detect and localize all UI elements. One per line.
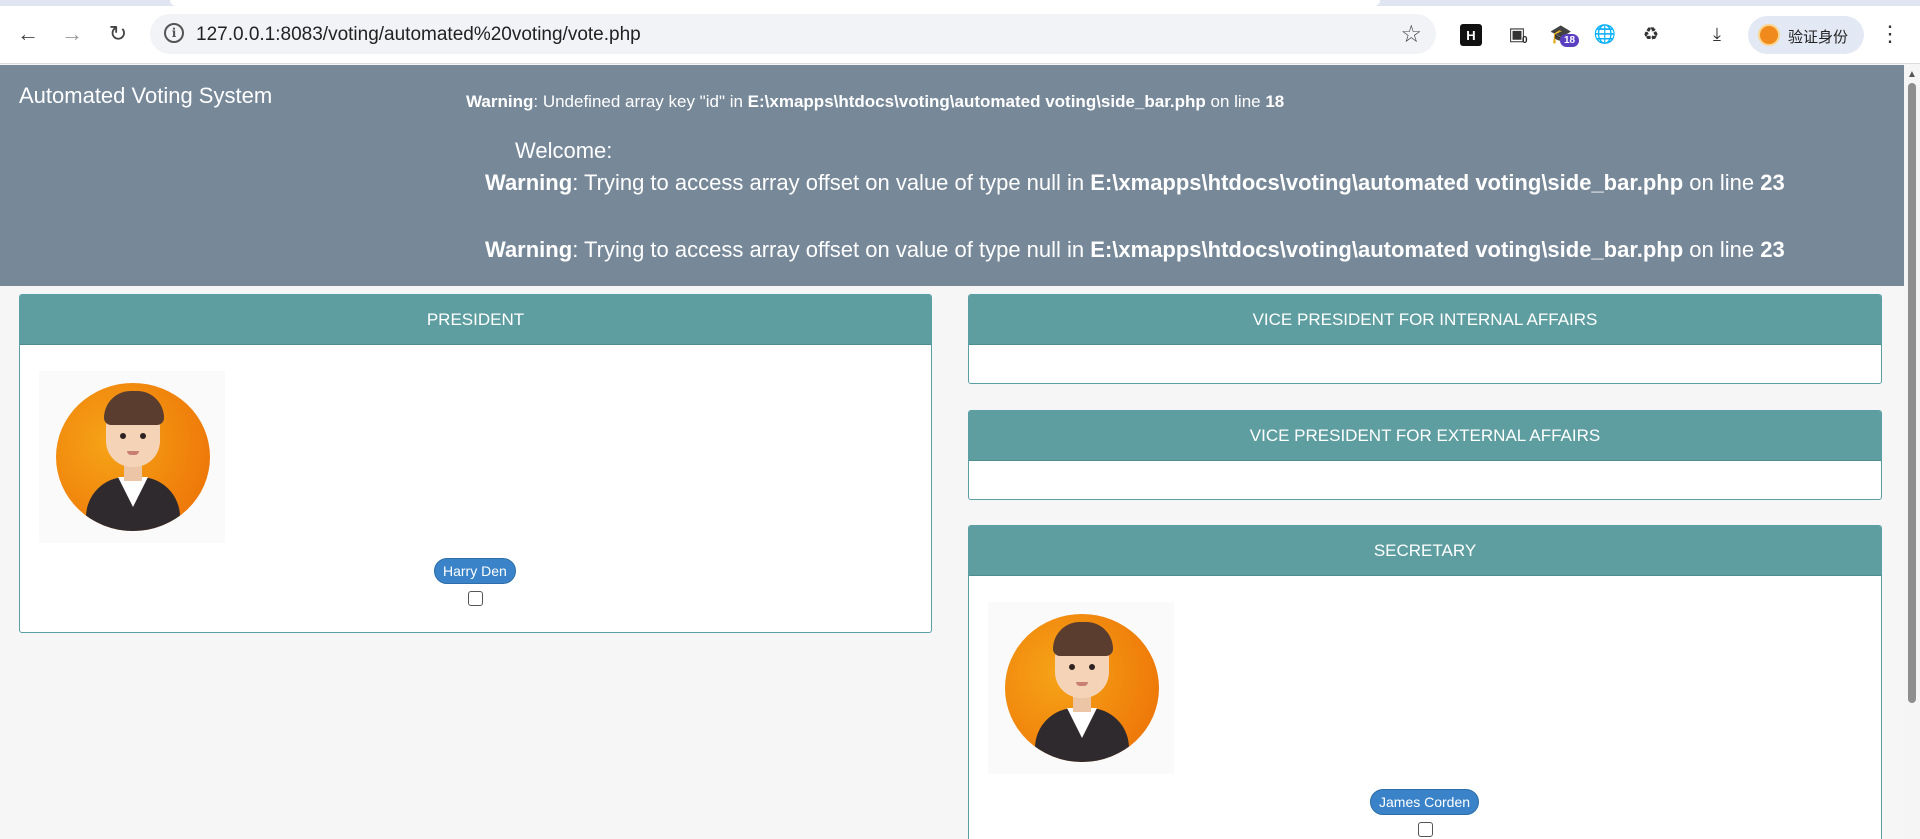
- browser-menu-icon[interactable]: ⋮: [1876, 20, 1904, 48]
- screenshot-extension-icon[interactable]: ▣ 0: [1502, 20, 1532, 48]
- scrollbar-thumb[interactable]: [1908, 83, 1916, 703]
- welcome-text: Welcome:: [515, 138, 613, 163]
- page-scrollbar[interactable]: ▲: [1904, 65, 1920, 839]
- graduation-cap-extension-icon[interactable]: 🎓 18: [1546, 20, 1580, 48]
- profile-avatar-icon: [1758, 24, 1780, 46]
- candidate-photo: [39, 371, 225, 543]
- scroll-up-arrow-icon[interactable]: ▲: [1907, 69, 1917, 80]
- bookmark-star-icon[interactable]: ☆: [1400, 20, 1422, 49]
- warning-label: Warning: [466, 92, 534, 111]
- position-title: VICE PRESIDENT FOR INTERNAL AFFAIRS: [969, 295, 1881, 345]
- position-panel-president: PRESIDENT Harry Den: [19, 294, 932, 633]
- tab-strip: [0, 0, 1920, 6]
- warning-text: : Trying to access array offset on value…: [572, 237, 1091, 262]
- candidate-name-badge: James Corden: [1370, 789, 1480, 815]
- warning-text: : Trying to access array offset on value…: [572, 170, 1091, 195]
- position-panel-vp-internal: VICE PRESIDENT FOR INTERNAL AFFAIRS: [968, 294, 1882, 384]
- warning-path: E:\xmapps\htdocs\voting\automated voting…: [747, 92, 1206, 111]
- position-title: PRESIDENT: [20, 295, 931, 345]
- warning-mid: on line: [1205, 92, 1266, 111]
- php-warning-3: Warning: Trying to access array offset o…: [485, 237, 1785, 263]
- back-arrow-icon[interactable]: ←: [12, 18, 44, 50]
- vote-checkbox-harry-den[interactable]: [468, 591, 483, 606]
- download-icon[interactable]: ⤓: [1702, 20, 1732, 48]
- app-title: Automated Voting System: [19, 83, 273, 108]
- warning-label: Warning: [485, 170, 573, 195]
- extension-badge: 18: [1560, 34, 1580, 47]
- warning-line: 18: [1265, 92, 1285, 111]
- extension-badge: 0: [1522, 35, 1528, 46]
- h-extension-icon[interactable]: H: [1460, 24, 1482, 46]
- warning-line: 23: [1760, 170, 1785, 195]
- warning-path: E:\xmapps\htdocs\voting\automated voting…: [1090, 170, 1684, 195]
- warning-mid: on line: [1683, 237, 1761, 262]
- warning-text: : Undefined array key "id" in: [533, 92, 748, 111]
- reload-icon[interactable]: ↻: [102, 18, 134, 50]
- active-tab[interactable]: [170, 0, 1380, 6]
- candidate-avatar-icon: [1005, 614, 1159, 762]
- vote-checkbox-james-corden[interactable]: [1418, 822, 1433, 837]
- page-header: Automated Voting System Warning: Undefin…: [0, 65, 1904, 286]
- warning-label: Warning: [485, 237, 573, 262]
- position-title: VICE PRESIDENT FOR EXTERNAL AFFAIRS: [969, 411, 1881, 461]
- site-info-icon[interactable]: i: [164, 23, 184, 43]
- candidate-name-badge: Harry Den: [434, 558, 516, 584]
- extensions-puzzle-icon[interactable]: ♻: [1636, 20, 1666, 48]
- url-text[interactable]: 127.0.0.1:8083/voting/automated%20voting…: [196, 24, 641, 46]
- profile-label: 验证身份: [1788, 28, 1849, 46]
- warning-mid: on line: [1683, 170, 1761, 195]
- forward-arrow-icon[interactable]: →: [56, 18, 88, 50]
- address-bar[interactable]: i 127.0.0.1:8083/voting/automated%20voti…: [150, 14, 1436, 54]
- position-panel-vp-external: VICE PRESIDENT FOR EXTERNAL AFFAIRS: [968, 410, 1882, 500]
- position-panel-secretary: SECRETARY James Corden: [968, 525, 1882, 839]
- candidate-avatar-icon: [56, 383, 210, 531]
- php-warning-1: Warning: Undefined array key "id" in E:\…: [466, 92, 1284, 112]
- candidate-photo: [988, 602, 1174, 774]
- globe-extension-icon[interactable]: 🌐: [1590, 20, 1620, 48]
- profile-button[interactable]: 验证身份: [1748, 16, 1864, 54]
- position-title: SECRETARY: [969, 526, 1881, 576]
- php-warning-2: Warning: Trying to access array offset o…: [485, 170, 1785, 196]
- warning-path: E:\xmapps\htdocs\voting\automated voting…: [1090, 237, 1684, 262]
- browser-toolbar: ← → ↻ i 127.0.0.1:8083/voting/automated%…: [0, 0, 1920, 64]
- warning-line: 23: [1760, 237, 1785, 262]
